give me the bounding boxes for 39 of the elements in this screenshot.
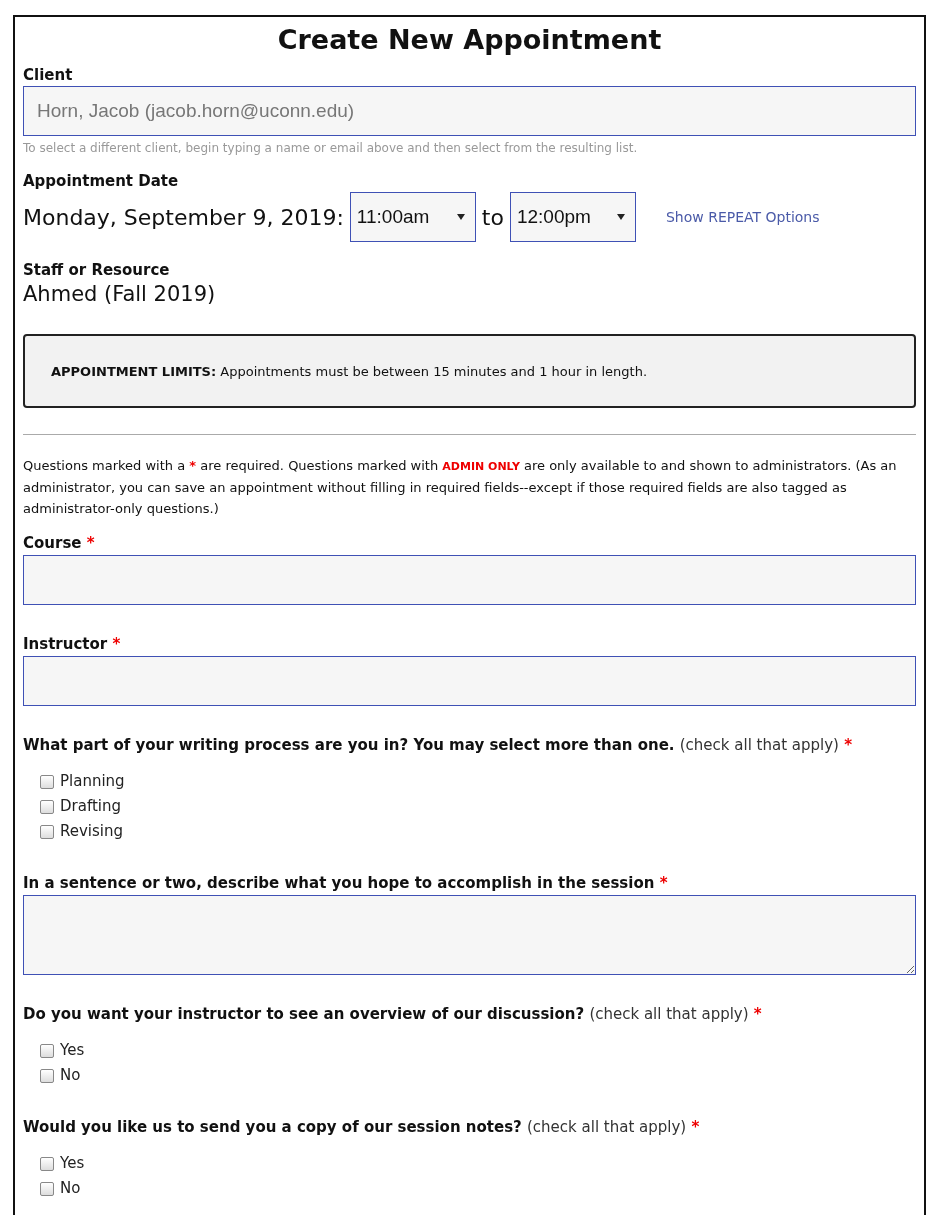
checkbox[interactable] [40,1156,54,1171]
checkbox[interactable] [40,1068,54,1083]
checkbox[interactable] [40,1043,54,1058]
option-label: Planning [60,771,125,792]
notice-text: Questions marked with a * are required. Questions marked with ADMIN ONLY are only available to and shown to administrators. (As an administrator, you can save an appointment without filling in required fields--except if those required fields are also tagged as administrator-only questions.) [23,457,898,518]
question-label: Instructor * [23,634,122,654]
option-label: Revising [60,821,124,842]
help-text: To select a different client, begin typing a name or email above and then select from the resulting list. [23,140,639,157]
option-label: Drafting [60,796,121,817]
option-label: Yes [60,1153,85,1174]
checkbox[interactable] [40,774,54,789]
page-title: Create New Appointment [276,23,663,57]
date-text: Monday, September 9, 2019: [23,204,344,230]
question-label: Would you like us to send you a copy of our session notes? (check all that apply) * [23,1117,701,1137]
separator-text: to [481,204,504,230]
option-label: Yes [60,1040,85,1061]
text-area[interactable] [23,895,916,975]
start-time-select[interactable]: 11:00am [349,192,476,242]
option-label: No [60,1065,81,1086]
question-label: Do you want your instructor to see an overview of our discussion? (check all that apply) * [23,1004,763,1024]
checkbox[interactable] [40,1181,54,1196]
staff-name: Ahmed (Fall 2019) [23,281,217,308]
caret-icon [616,214,625,220]
end-time-select[interactable]: 12:00pm [509,192,636,242]
question-label: In a sentence or two, describe what you hope to accomplish in the session * [23,873,669,893]
limits-text: APPOINTMENT LIMITS: Appointments must be between 15 minutes and 1 hour in length. [51,363,648,379]
text-field[interactable] [23,555,916,605]
field-label: Appointment Date [23,171,180,191]
client-field[interactable]: Horn, Jacob (jacob.horn@uconn.edu) [23,86,916,136]
field-label: Client [23,65,74,85]
checkbox[interactable] [40,799,54,814]
question-label: What part of your writing process are you in? You may select more than one. (check all that apply) * [23,735,854,755]
text-field[interactable] [23,656,916,706]
question-label: Course * [23,533,96,553]
repeat-options-link[interactable]: Show REPEAT Options [665,209,820,225]
caret-icon [456,214,465,220]
field-label: Staff or Resource [23,260,171,280]
option-label: No [60,1178,81,1199]
checkbox[interactable] [40,824,54,839]
